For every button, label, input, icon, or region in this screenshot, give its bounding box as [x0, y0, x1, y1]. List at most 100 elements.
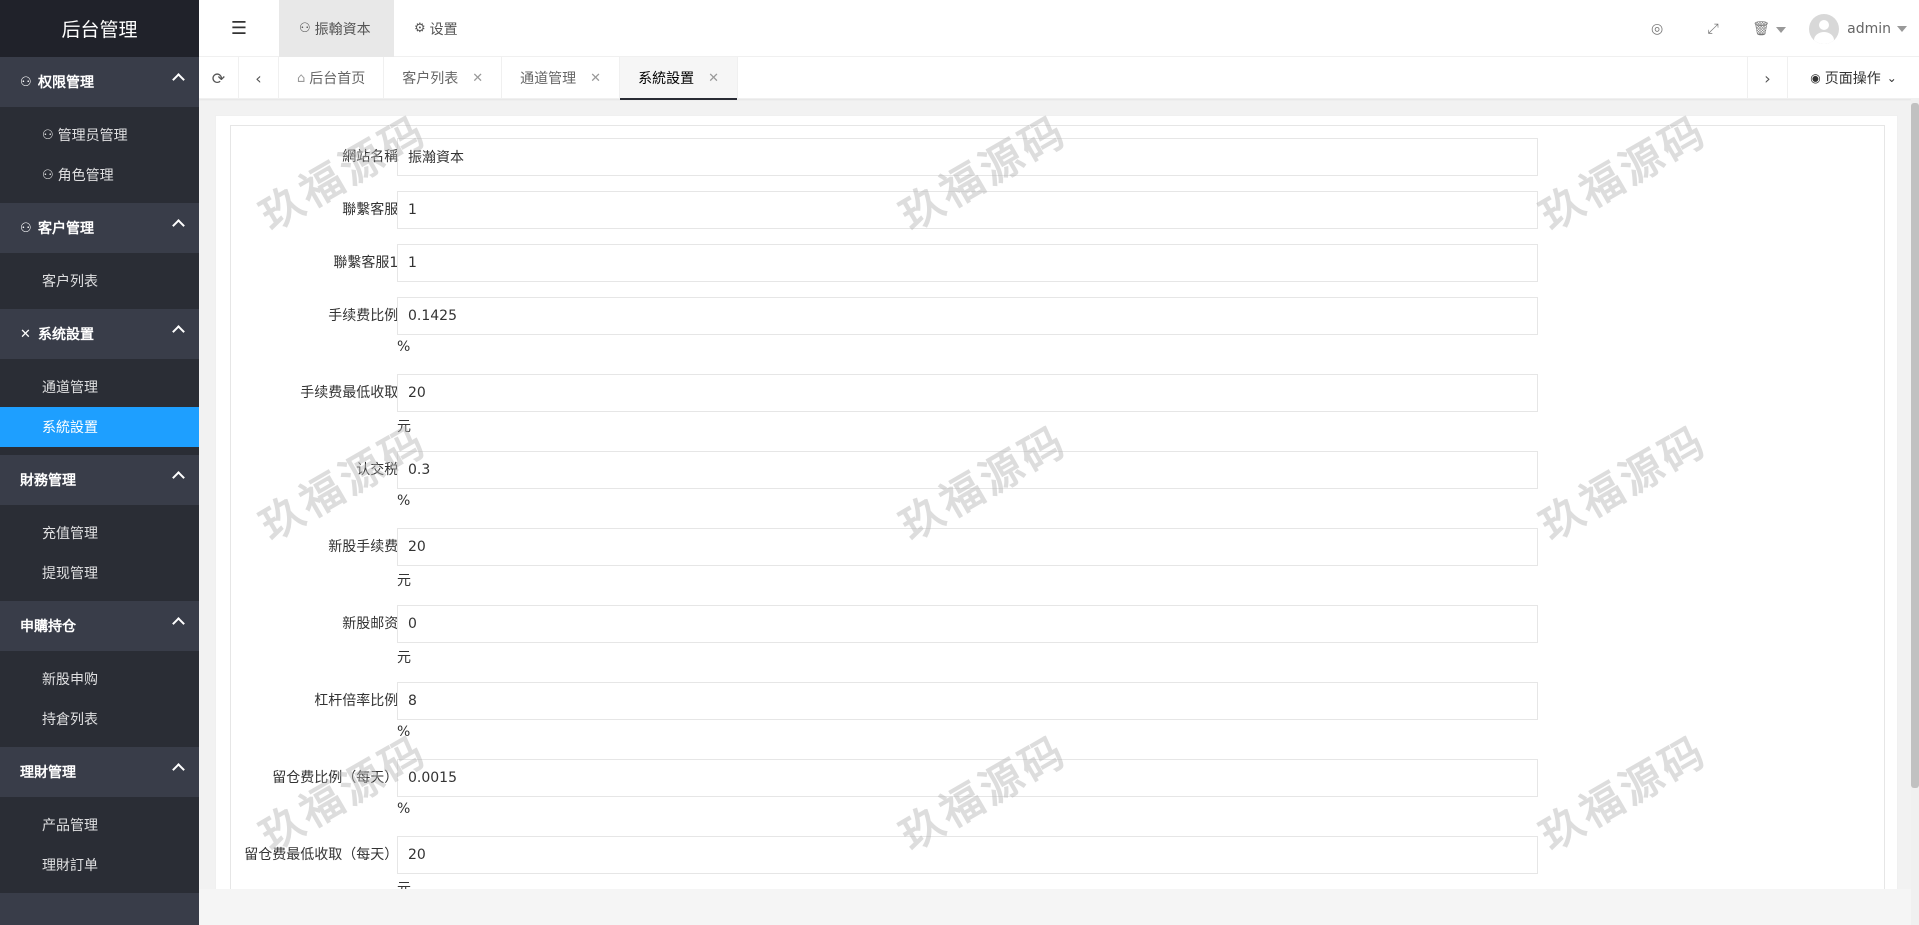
sidebar-item-label: 管理员管理 — [57, 128, 128, 144]
sidebar-item-positions[interactable]: 持倉列表 — [0, 699, 199, 739]
close-icon[interactable]: ✕ — [590, 71, 601, 86]
gear-icon: ⚙ — [414, 21, 426, 36]
radio-dot-icon: ◉ — [1810, 71, 1821, 85]
nav-group-subscription: 申購持仓 新股申购 持倉列表 — [0, 601, 199, 747]
app-logo[interactable]: 后台管理 — [0, 0, 199, 57]
user-menu[interactable]: admin — [1797, 13, 1919, 44]
main-content: 網站名稱: 聯繫客服: 聯繫客服1: 手续费比例: % 手续费最低收取: 元 认… — [215, 115, 1898, 925]
chevron-up-icon — [172, 73, 185, 86]
nav-group-body: 通道管理 系統設置 — [0, 359, 199, 455]
field-label: 新股邮资: — [342, 616, 403, 632]
header-tab-label: 设置 — [429, 21, 458, 38]
close-icon[interactable]: ✕ — [472, 71, 483, 86]
username: admin — [1847, 20, 1891, 37]
nav-group-header[interactable]: 財務管理 — [0, 455, 199, 505]
avatar — [1809, 13, 1840, 44]
scrollbar-thumb[interactable] — [1911, 103, 1919, 788]
sidebar-item-system-settings[interactable]: 系統設置 — [0, 407, 199, 447]
field-label: 留仓费比例（每天）: — [272, 770, 403, 786]
sidebar-item-label: 持倉列表 — [42, 712, 98, 728]
nav-group-wealth: 理財管理 产品管理 理財訂单 — [0, 747, 199, 893]
tax-input[interactable] — [397, 451, 1538, 489]
tab-label: 通道管理 — [520, 71, 577, 87]
sidebar-item-label: 通道管理 — [42, 380, 98, 396]
chevron-right-icon[interactable]: › — [1747, 57, 1787, 99]
sidebar-item-channel-manage[interactable]: 通道管理 — [0, 367, 199, 407]
tab-home[interactable]: ⌂ 后台首页 — [279, 57, 385, 99]
site-name-input[interactable] — [397, 138, 1538, 176]
vertical-scrollbar[interactable] — [1911, 99, 1919, 925]
field-unit: % — [397, 724, 411, 740]
tab-label: 后台首页 — [309, 71, 366, 87]
sidebar-item-recharge[interactable]: 充值管理 — [0, 513, 199, 553]
sidebar-item-withdraw[interactable]: 提现管理 — [0, 553, 199, 593]
field-label: 留仓费最低收取（每天）: — [244, 847, 403, 863]
leverage-input[interactable] — [397, 682, 1538, 720]
sidebar-item-new-stock[interactable]: 新股申购 — [0, 659, 199, 699]
tab-channel-manage[interactable]: 通道管理 ✕ — [502, 57, 621, 99]
nav-group-system: ✕ 系统設置 通道管理 系統設置 — [0, 309, 199, 455]
sidebar-item-label: 提现管理 — [42, 566, 98, 582]
tab-label: 客户列表 — [402, 71, 459, 87]
sidebar-item-customer-list[interactable]: 客户列表 — [0, 261, 199, 301]
nav-group-header[interactable]: ✕ 系统設置 — [0, 309, 199, 359]
field-unit: % — [397, 801, 411, 817]
nav-group-header[interactable]: ⚇ 权限管理 — [0, 57, 199, 107]
home-icon: ⌂ — [297, 70, 306, 86]
field-label: 新股手续费: — [328, 539, 403, 555]
field-label: 手续费比例: — [328, 308, 403, 324]
chevron-up-icon — [172, 325, 185, 338]
sidebar-item-label: 系統設置 — [42, 420, 98, 436]
page-tabbar: ⟳ ‹ ⌂ 后台首页 客户列表 ✕ 通道管理 ✕ 系統設置 ✕ › ◉ 页面操作… — [199, 57, 1919, 100]
refresh-icon[interactable]: ⟳ — [199, 57, 239, 99]
sidebar-item-wealth-orders[interactable]: 理財訂单 — [0, 845, 199, 885]
chevron-up-icon — [172, 219, 185, 232]
nav-group-header[interactable]: 理財管理 — [0, 747, 199, 797]
user-icon: ⚇ — [299, 21, 311, 36]
fee-rate-input[interactable] — [397, 297, 1538, 335]
sidebar-item-products[interactable]: 产品管理 — [0, 805, 199, 845]
nav-group-header[interactable]: 申購持仓 — [0, 601, 199, 651]
header-right: ◎ ⤢ 🗑 admin — [1629, 0, 1919, 57]
nav-group-finance: 財務管理 充值管理 提现管理 — [0, 455, 199, 601]
field-label: 網站名稱: — [342, 149, 403, 165]
page-operations-dropdown[interactable]: ◉ 页面操作 ⌄ — [1787, 57, 1919, 99]
ipo-postage-input[interactable] — [397, 605, 1538, 643]
sidebar-item-label: 理財訂单 — [42, 858, 98, 874]
field-label: 聯繫客服1: — [333, 255, 403, 271]
nav-group-permissions: ⚇ 权限管理 ⚇ 管理员管理 ⚇ 角色管理 — [0, 57, 199, 203]
tab-label: 系統設置 — [638, 71, 695, 87]
globe-icon[interactable]: ◎ — [1629, 21, 1685, 37]
contact1-input[interactable] — [397, 244, 1538, 282]
field-label: 杠杆倍率比例: — [314, 693, 403, 709]
sidebar-item-role-manage[interactable]: ⚇ 角色管理 — [0, 155, 199, 195]
contact-input[interactable] — [397, 191, 1538, 229]
tab-system-settings[interactable]: 系統設置 ✕ — [620, 57, 738, 100]
nav-group-body: 客户列表 — [0, 253, 199, 309]
overnight-min-input[interactable] — [397, 836, 1538, 874]
chevron-up-icon — [172, 471, 185, 484]
caret-down-icon — [1776, 26, 1787, 33]
overnight-rate-input[interactable] — [397, 759, 1538, 797]
field-label: 认交税: — [356, 462, 403, 478]
field-unit: % — [397, 493, 411, 509]
min-fee-input[interactable] — [397, 374, 1538, 412]
nav-group-title: 財務管理 — [20, 473, 76, 489]
nav-group-customers: ⚇ 客户管理 客户列表 — [0, 203, 199, 309]
tab-customer-list[interactable]: 客户列表 ✕ — [384, 57, 503, 99]
footer-strip — [199, 889, 1911, 925]
chevron-up-icon — [172, 617, 185, 630]
ipo-fee-input[interactable] — [397, 528, 1538, 566]
nav-group-header[interactable]: ⚇ 客户管理 — [0, 203, 199, 253]
chevron-left-icon[interactable]: ‹ — [239, 57, 279, 99]
menu-toggle-icon[interactable]: ☰ — [199, 0, 279, 57]
close-icon[interactable]: ✕ — [708, 71, 719, 86]
trash-icon[interactable]: 🗑 — [1741, 21, 1797, 37]
header-tab-settings[interactable]: ⚙ 设置 — [394, 0, 478, 57]
header-tab-company[interactable]: ⚇ 振翰資本 — [279, 0, 394, 57]
user-icon: ⚇ — [42, 167, 54, 183]
nav-group-title: 申購持仓 — [20, 619, 76, 635]
fullscreen-icon[interactable]: ⤢ — [1685, 21, 1741, 37]
tools-icon: ✕ — [20, 326, 31, 342]
sidebar-item-admin-manage[interactable]: ⚇ 管理员管理 — [0, 115, 199, 155]
